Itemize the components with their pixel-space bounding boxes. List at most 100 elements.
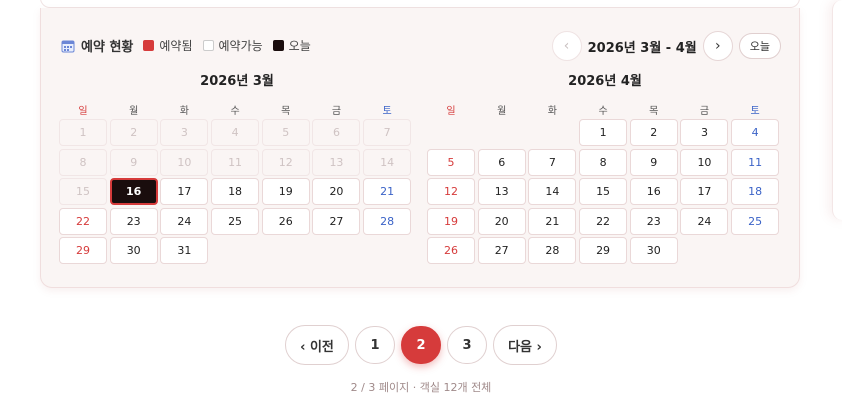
day-cell: 11 (211, 148, 260, 176)
weekday-label: 수 (230, 106, 240, 117)
day-cell[interactable]: 29 (59, 237, 107, 264)
prev-page-button[interactable]: ‹ 이전 (285, 325, 349, 365)
available-swatch (202, 39, 214, 51)
month-march: 2026년 3월 일월화수목금토 1 2 3 4 5 6 7 8 9 10 11 12 13 14 15 16… (59, 70, 415, 264)
month-april: 2026년 4월 일월화수목금토 1 2 3 4 5 6 7 8 9 10 11 12 13 14 15 16… (427, 70, 783, 264)
weekday-label: 목 (281, 106, 291, 117)
weekday-label: 목 (649, 106, 659, 117)
day-cell: 13 (312, 148, 361, 176)
weekday-label: 화 (547, 106, 557, 117)
weekday-header: 일월화수목금토 (427, 102, 783, 117)
weekday-label: 일 (446, 106, 456, 117)
day-cell-today[interactable]: 16 (109, 178, 158, 205)
day-cell[interactable]: 14 (528, 178, 577, 205)
day-cell[interactable]: 12 (427, 178, 475, 205)
legend-title: 예약 현황 (81, 39, 134, 55)
day-cell[interactable]: 13 (477, 178, 526, 205)
weekday-label: 금 (331, 106, 342, 117)
calendar-icon (61, 38, 75, 53)
next-month-button[interactable]: › (702, 31, 733, 61)
day-cell[interactable]: 21 (528, 207, 577, 235)
page-button-3[interactable]: 3 (447, 326, 487, 364)
day-cell[interactable]: 20 (312, 178, 361, 205)
weekday-label: 월 (129, 106, 139, 117)
day-cell[interactable]: 25 (731, 207, 780, 235)
empty-day-cell (478, 119, 526, 146)
day-cell[interactable]: 6 (477, 148, 526, 176)
day-cell[interactable]: 24 (160, 207, 209, 235)
day-cell: 2 (109, 119, 158, 146)
day-cell: 8 (59, 148, 107, 176)
day-cell[interactable]: 23 (629, 207, 678, 235)
legend-booked-label: 예약됨 (159, 38, 193, 53)
pagination: ‹ 이전 1 2 3 다음 › (0, 325, 842, 365)
day-cell[interactable]: 23 (109, 207, 158, 235)
day-cell[interactable]: 16 (629, 178, 678, 205)
today-swatch (272, 39, 284, 51)
today-button[interactable]: 오늘 (738, 33, 781, 59)
day-cell[interactable]: 22 (59, 207, 107, 235)
day-cell: 6 (312, 119, 361, 146)
day-cell[interactable]: 28 (528, 237, 577, 264)
day-cell[interactable]: 27 (477, 237, 526, 264)
day-cell[interactable]: 26 (427, 237, 475, 264)
calendar-toolbar: 예약 현황 예약됨 예약가능 오늘 ‹ 2026년 3월 - 4월 › 오늘 (61, 31, 781, 61)
pagination-info: 2 / 3 페이지 · 객실 12개 전체 (350, 381, 492, 394)
weekday-header: 일월화수목금토 (59, 102, 415, 117)
day-cell: 15 (59, 178, 107, 205)
weekday-label: 금 (699, 106, 710, 117)
day-cell[interactable]: 19 (427, 207, 475, 235)
month-navigation: ‹ 2026년 3월 - 4월 › 오늘 (551, 31, 781, 61)
empty-day-cell (528, 119, 576, 146)
month-range: 2026년 3월 - 4월 (587, 40, 697, 56)
day-cell[interactable]: 30 (629, 237, 678, 264)
day-cell[interactable]: 25 (211, 207, 260, 235)
legend-available-label: 예약가능 (218, 38, 263, 53)
day-grid: 1 2 3 4 5 6 7 8 9 10 11 12 13 14 15 16 17 18 19 20 21 22 23 24 2… (427, 119, 783, 264)
day-cell[interactable]: 5 (427, 148, 475, 176)
day-cell: 5 (261, 119, 310, 146)
day-cell[interactable]: 2 (629, 119, 678, 146)
day-cell: 4 (211, 119, 260, 146)
day-cell: 3 (160, 119, 209, 146)
weekday-label: 토 (382, 106, 392, 117)
day-cell[interactable]: 26 (261, 207, 310, 235)
day-cell[interactable]: 31 (160, 237, 209, 264)
day-cell: 14 (363, 148, 412, 176)
page-button-2[interactable]: 2 (401, 326, 441, 364)
day-cell[interactable]: 15 (579, 178, 628, 205)
day-cell[interactable]: 18 (211, 178, 260, 205)
day-cell[interactable]: 8 (579, 148, 628, 176)
booked-swatch (143, 39, 155, 51)
day-cell[interactable]: 17 (680, 178, 729, 205)
day-cell[interactable]: 1 (579, 119, 628, 146)
day-cell[interactable]: 4 (731, 119, 780, 146)
day-cell: 7 (363, 119, 412, 146)
day-cell[interactable]: 3 (680, 119, 729, 146)
day-cell[interactable]: 19 (261, 178, 310, 205)
day-cell[interactable]: 18 (731, 178, 780, 205)
side-card-edge (832, 0, 842, 220)
day-cell[interactable]: 20 (477, 207, 526, 235)
day-cell[interactable]: 28 (363, 207, 412, 235)
page-button-1[interactable]: 1 (355, 326, 395, 364)
next-page-button[interactable]: 다음 › (493, 325, 557, 365)
day-cell[interactable]: 11 (731, 148, 780, 176)
day-cell: 1 (59, 119, 107, 146)
prev-month-button[interactable]: ‹ (551, 31, 582, 61)
legend: 예약 현황 예약됨 예약가능 오늘 (61, 37, 321, 55)
reservation-calendar-panel: 예약 현황 예약됨 예약가능 오늘 ‹ 2026년 3월 - 4월 › 오늘 2… (40, 8, 800, 288)
day-cell[interactable]: 10 (680, 148, 729, 176)
day-cell[interactable]: 9 (629, 148, 678, 176)
day-grid: 1 2 3 4 5 6 7 8 9 10 11 12 13 14 15 16 17 18 19 20 21 22 23 24 2… (59, 119, 415, 264)
day-cell[interactable]: 21 (363, 178, 412, 205)
day-cell[interactable]: 29 (579, 237, 628, 264)
day-cell[interactable]: 24 (680, 207, 729, 235)
day-cell[interactable]: 7 (528, 148, 577, 176)
weekday-label: 월 (497, 106, 507, 117)
day-cell[interactable]: 22 (579, 207, 628, 235)
upper-card-edge (40, 0, 800, 8)
day-cell[interactable]: 30 (109, 237, 158, 264)
day-cell[interactable]: 27 (312, 207, 361, 235)
day-cell[interactable]: 17 (160, 178, 209, 205)
